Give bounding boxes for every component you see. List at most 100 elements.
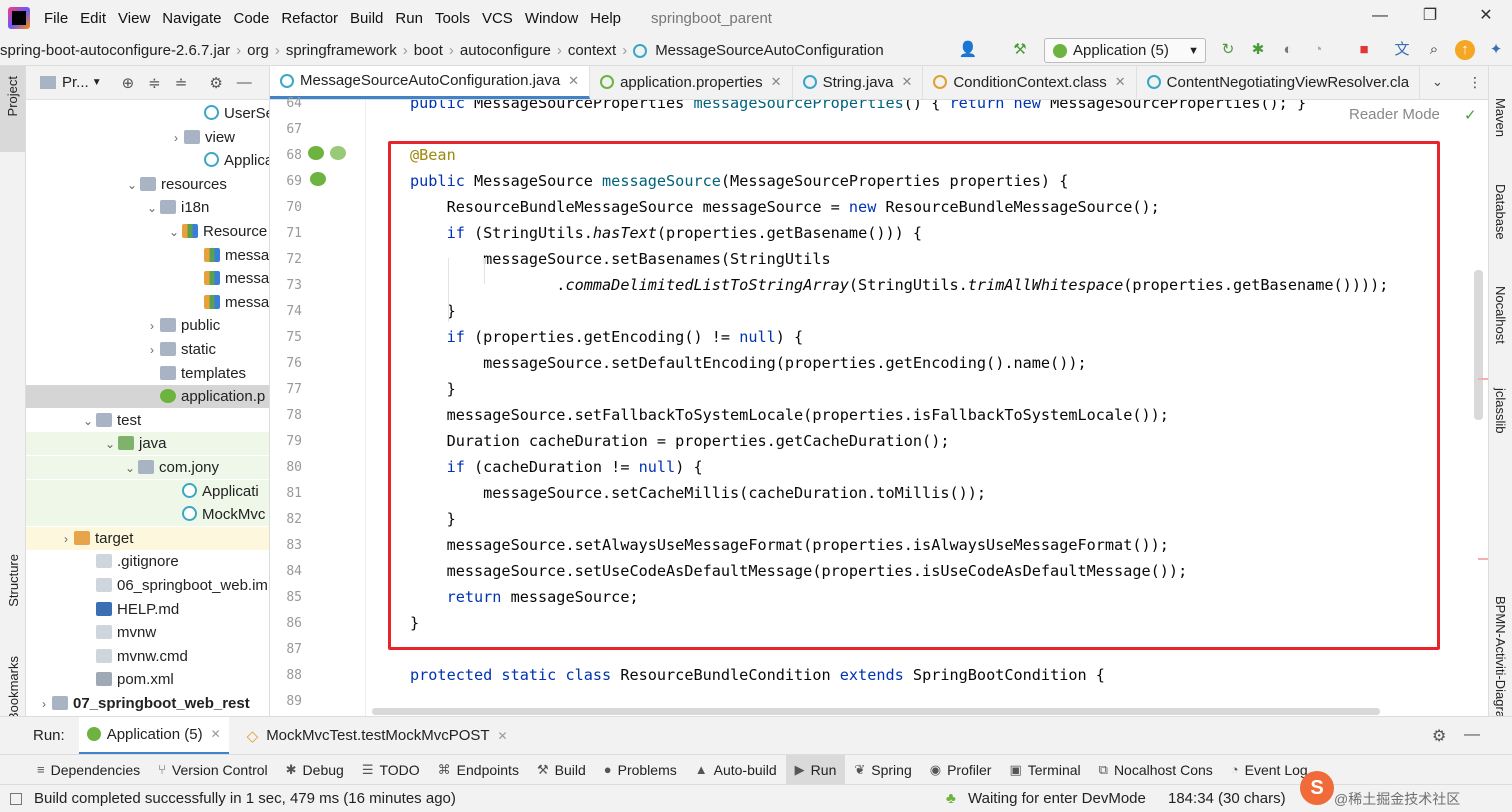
tree-item[interactable]: › static — [26, 338, 269, 361]
tabs-dropdown-icon[interactable]: ⌄ — [1432, 74, 1443, 90]
tree-item[interactable]: 06_springboot_web.im — [26, 574, 269, 597]
tree-expand-icon[interactable]: ⌄ — [102, 433, 118, 456]
menu-build[interactable]: Build — [344, 10, 389, 27]
tree-item[interactable]: templates — [26, 362, 269, 385]
menu-navigate[interactable]: Navigate — [156, 10, 227, 27]
database-tool-label[interactable]: Database — [1493, 184, 1508, 240]
menu-vcs[interactable]: VCS — [476, 10, 519, 27]
coverage-icon[interactable]: ◐ — [1278, 40, 1298, 60]
tree-item[interactable]: application.p — [26, 385, 269, 409]
status-toggle-icon[interactable] — [10, 792, 22, 805]
editor-tab[interactable]: ContentNegotiatingViewResolver.cla — [1137, 66, 1421, 99]
horizontal-scrollbar[interactable] — [372, 708, 1380, 715]
maven-tool-label[interactable]: Maven — [1493, 98, 1508, 137]
error-stripe-mark[interactable] — [1478, 378, 1488, 380]
tool-window-profiler[interactable]: ◉ Profiler — [921, 755, 1001, 785]
close-icon[interactable]: ✕ — [1115, 74, 1126, 90]
tree-item[interactable]: ⌄ test — [26, 409, 269, 432]
run-tab-application[interactable]: Application (5) ✕ — [78, 716, 229, 755]
bpmn-tool-label[interactable]: BPMN-Activiti-Diagram — [1493, 596, 1508, 729]
tree-item[interactable]: mvnw.cmd — [26, 645, 269, 668]
tree-expand-icon[interactable]: ⌄ — [122, 457, 138, 480]
close-icon[interactable]: ✕ — [901, 74, 912, 90]
search-icon[interactable]: ⌕ — [1424, 40, 1444, 60]
editor-tab[interactable]: application.properties ✕ — [590, 66, 793, 99]
chevron-down-icon[interactable]: ▼ — [92, 77, 102, 88]
tool-window-debug[interactable]: ✱ Debug — [277, 755, 353, 785]
breadcrumb-item[interactable]: boot — [410, 42, 447, 59]
tree-item[interactable]: messa — [26, 267, 269, 290]
editor-tab[interactable]: MessageSourceAutoConfiguration.java ✕ — [270, 66, 591, 99]
tree-expand-icon[interactable]: ⌄ — [144, 197, 160, 220]
tree-item[interactable]: messa — [26, 291, 269, 314]
tree-item[interactable]: › target — [26, 526, 269, 551]
tree-item[interactable]: ⌄ com.jony — [26, 456, 269, 480]
error-stripe-mark[interactable] — [1478, 558, 1488, 560]
debug-icon[interactable]: ✱ — [1248, 40, 1268, 60]
menu-view[interactable]: View — [112, 10, 156, 27]
locate-icon[interactable]: ⊕ — [122, 74, 135, 92]
hide-icon[interactable]: — — [1464, 726, 1480, 744]
expand-all-icon[interactable]: ≑ — [148, 74, 161, 92]
update-icon[interactable]: ↑ — [1455, 40, 1475, 60]
tree-item[interactable]: Applicati — [26, 149, 269, 172]
plugin-icon[interactable]: ✦ — [1486, 40, 1506, 60]
tool-window-endpoints[interactable]: ⌘ Endpoints — [429, 755, 528, 785]
more-icon[interactable]: ⋮ — [1468, 74, 1482, 91]
minimize-icon[interactable]: — — [1370, 6, 1390, 26]
tree-item[interactable]: ⌄ i18n — [26, 196, 269, 220]
menu-edit[interactable]: Edit — [74, 10, 112, 27]
menu-run[interactable]: Run — [389, 10, 429, 27]
status-message[interactable]: Build completed successfully in 1 sec, 4… — [34, 790, 456, 807]
hammer-build-icon[interactable]: ⚒ — [1010, 40, 1030, 60]
breadcrumb-item[interactable]: autoconfigure — [456, 42, 555, 59]
tree-item[interactable]: ⌄ java — [26, 432, 269, 456]
tool-window-run[interactable]: ▶ Run — [785, 754, 846, 785]
tree-expand-icon[interactable]: › — [144, 315, 160, 338]
menu-file[interactable]: File — [38, 10, 74, 27]
gear-icon[interactable]: ⚙ — [1432, 726, 1446, 746]
vertical-scrollbar[interactable] — [1474, 270, 1483, 420]
profiler-icon[interactable]: ◔ — [1308, 40, 1328, 60]
stop-icon[interactable]: ■ — [1354, 40, 1374, 60]
tree-item[interactable]: pom.xml — [26, 668, 269, 691]
method-gutter-icon[interactable] — [310, 172, 326, 186]
tool-window-version-control[interactable]: ⑂ Version Control — [149, 755, 277, 785]
close-icon[interactable]: ✕ — [568, 73, 579, 89]
bean-gutter-icon[interactable] — [308, 146, 324, 160]
tree-expand-icon[interactable]: ⌄ — [124, 174, 140, 197]
tree-expand-icon[interactable]: › — [58, 528, 74, 551]
project-tool-button[interactable]: Project — [0, 66, 25, 152]
breadcrumb-item[interactable]: springframework — [282, 42, 401, 59]
editor-tab[interactable]: ConditionContext.class ✕ — [923, 66, 1137, 99]
tool-window-todo[interactable]: ☰ TODO — [353, 755, 429, 785]
sogou-ime-icon[interactable]: S — [1300, 771, 1334, 805]
tool-window-auto-build[interactable]: ▲ Auto-build — [686, 755, 786, 785]
devmode-status[interactable]: Waiting for enter DevMode — [968, 790, 1146, 807]
tree-item[interactable]: .gitignore — [26, 550, 269, 573]
rerun-icon[interactable]: ↻ — [1218, 40, 1238, 60]
close-icon[interactable]: ✕ — [1476, 6, 1496, 26]
tree-expand-icon[interactable]: ⌄ — [166, 221, 182, 244]
tree-item[interactable]: › public — [26, 314, 269, 338]
bookmarks-tool-label[interactable]: Bookmarks — [6, 656, 21, 721]
nocalhost-tool-label[interactable]: Nocalhost — [1493, 286, 1508, 344]
breadcrumb-item[interactable]: MessageSourceAutoConfiguration — [651, 42, 887, 59]
close-icon[interactable]: ✕ — [498, 729, 508, 743]
run-configuration-select[interactable]: Application (5) ▼ — [1044, 38, 1206, 63]
breadcrumb-item[interactable]: spring-boot-autoconfigure-2.6.7.jar — [0, 42, 234, 59]
reader-mode-toggle[interactable]: Reader Mode — [1349, 106, 1440, 123]
tree-expand-icon[interactable]: › — [168, 127, 184, 150]
tree-item[interactable]: MockMvc — [26, 503, 269, 527]
editor-tab[interactable]: String.java ✕ — [793, 66, 924, 99]
tree-expand-icon[interactable]: › — [36, 693, 52, 716]
user-icon[interactable]: 👤 — [958, 40, 978, 60]
tool-window-dependencies[interactable]: ≡ Dependencies — [28, 755, 149, 785]
tree-item[interactable]: ⌄ resources — [26, 173, 269, 197]
breadcrumb-item[interactable]: context — [564, 42, 620, 59]
translate-icon[interactable]: 文 — [1392, 40, 1412, 60]
cursor-position[interactable]: 184:34 (30 chars) — [1168, 790, 1286, 807]
collapse-all-icon[interactable]: ≐ — [175, 74, 188, 92]
menu-window[interactable]: Window — [519, 10, 584, 27]
tool-window-terminal[interactable]: ▣ Terminal — [1000, 755, 1089, 785]
